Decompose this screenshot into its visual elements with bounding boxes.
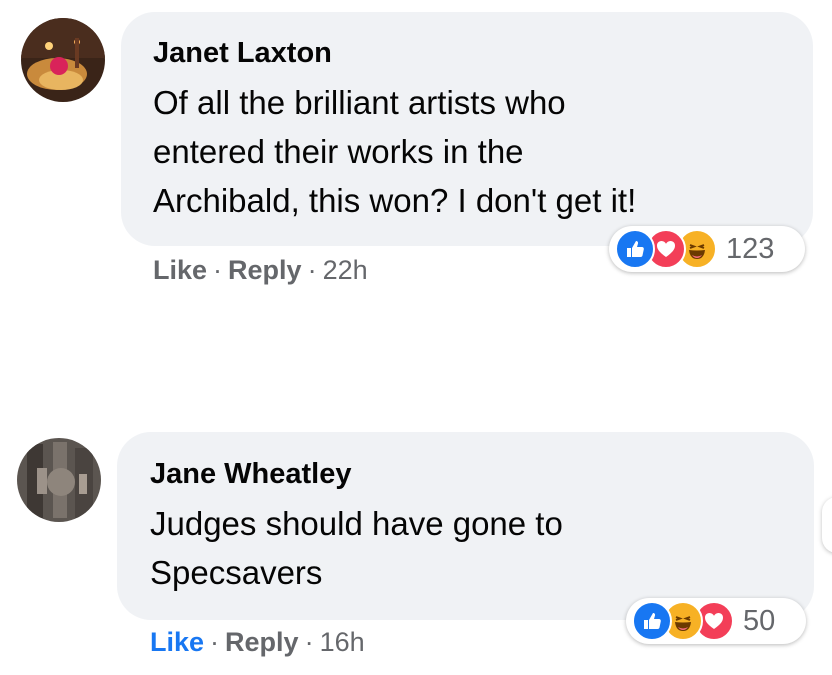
like-button[interactable]: Like xyxy=(153,255,207,285)
comment-text-line: Archibald, this won? I don't get it! xyxy=(153,182,637,219)
comment-actions: Like · Reply · 22h xyxy=(153,255,368,286)
comment-author[interactable]: Janet Laxton xyxy=(153,37,332,70)
reactions-summary[interactable]: 50 xyxy=(626,598,806,644)
timestamp[interactable]: 22h xyxy=(323,255,368,285)
reply-button[interactable]: Reply xyxy=(225,627,299,657)
comment-text: Of all the brilliant artists who entered… xyxy=(153,78,636,225)
timestamp[interactable]: 16h xyxy=(320,627,365,657)
like-button[interactable]: Like xyxy=(150,627,204,657)
comment-text-line: entered their works in the xyxy=(153,133,524,170)
comment-actions: Like · Reply · 16h xyxy=(150,627,365,658)
like-reaction-icon xyxy=(615,229,655,269)
like-reaction-icon xyxy=(632,601,672,641)
separator: · xyxy=(213,255,223,285)
scroll-arrow-button[interactable] xyxy=(822,497,832,553)
reactions-summary[interactable]: 123 xyxy=(609,226,805,272)
comment-text-line: Of all the brilliant artists who xyxy=(153,84,566,121)
avatar[interactable] xyxy=(21,18,105,102)
reaction-count: 123 xyxy=(726,232,775,265)
avatar[interactable] xyxy=(17,438,101,522)
reply-button[interactable]: Reply xyxy=(228,255,302,285)
comment-text-line: Specsavers xyxy=(150,554,323,591)
reaction-count: 50 xyxy=(743,604,776,637)
separator: · xyxy=(307,255,317,285)
comment-author[interactable]: Jane Wheatley xyxy=(150,458,351,491)
comment-text: Judges should have gone to Specsavers xyxy=(150,499,563,597)
separator: · xyxy=(210,627,220,657)
comment-text-line: Judges should have gone to xyxy=(150,505,563,542)
separator: · xyxy=(304,627,314,657)
